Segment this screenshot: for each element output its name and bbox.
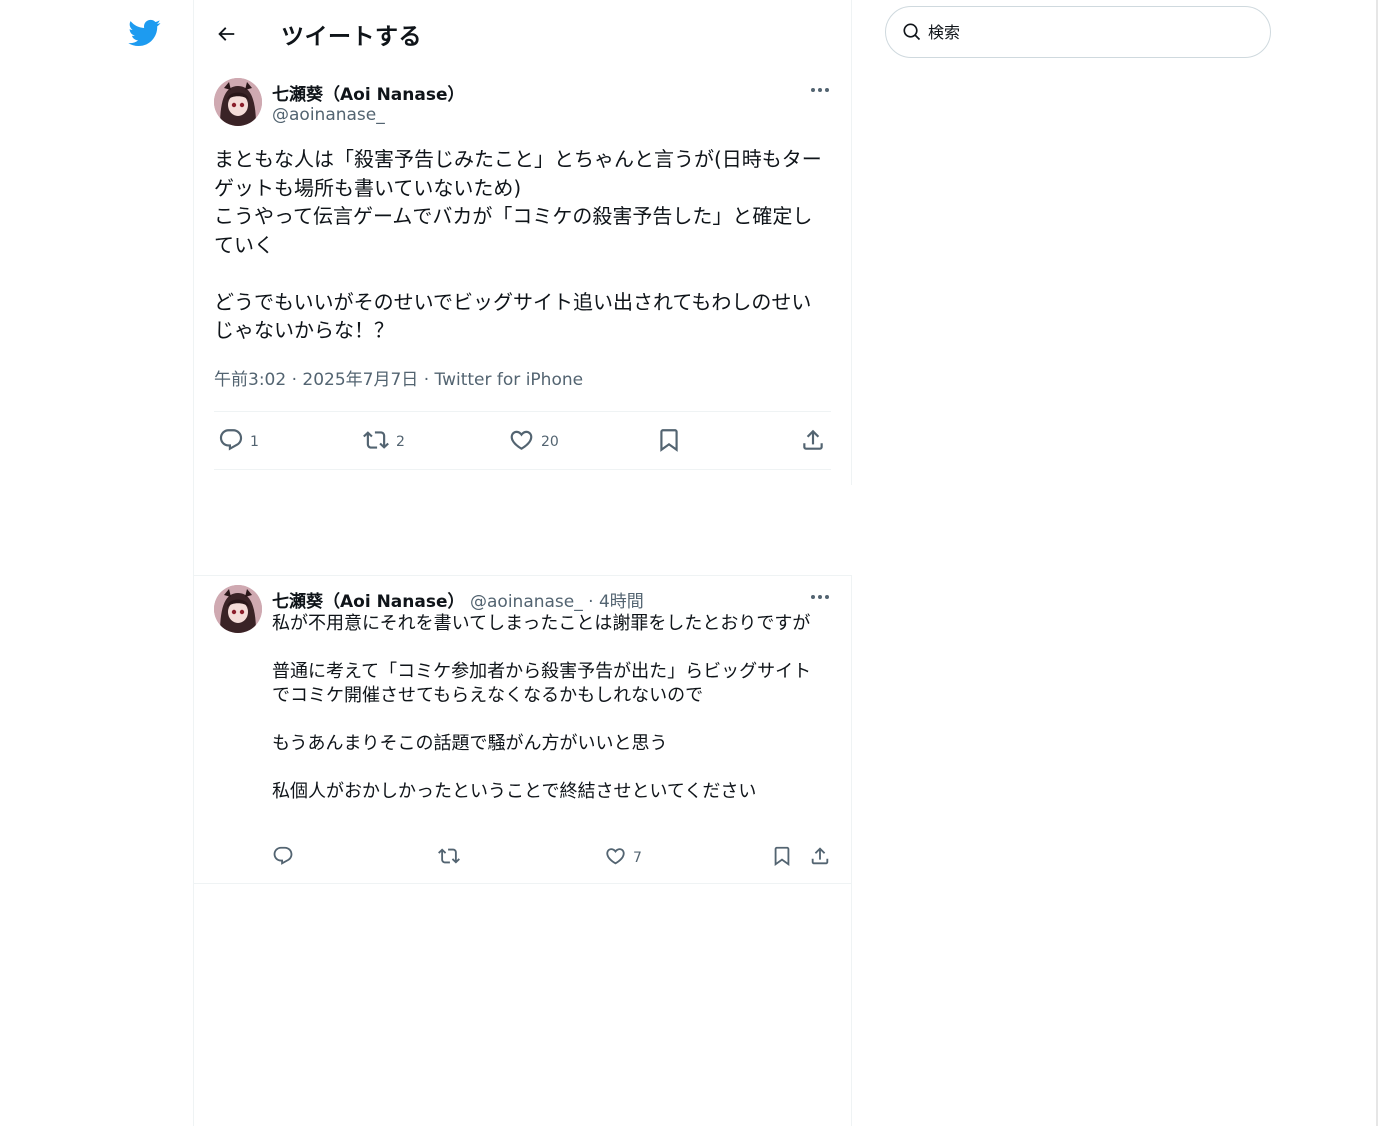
reply-icon [273, 846, 293, 865]
like-icon [510, 430, 533, 450]
search-box[interactable] [885, 6, 1271, 58]
more-button[interactable] [809, 79, 831, 101]
reply-text: 私が不用意にそれを書いてしまったことは謝罪をしたとおりですが 普通に考えて「コミ… [272, 613, 812, 802]
reply-icon [219, 429, 243, 451]
meta-separator: · [418, 370, 435, 390]
page-header: ツイートする [214, 14, 422, 54]
like-count: 20 [541, 434, 559, 450]
reply-button[interactable]: 1 [218, 427, 259, 453]
tweet-source[interactable]: Twitter for iPhone [435, 370, 584, 390]
tweet-meta: 午前3:02 · 2025年7月7日 · Twitter for iPhone [214, 365, 583, 390]
tweet-time[interactable]: 午前3:02 [214, 370, 286, 390]
retweet-icon [363, 431, 389, 449]
search-input[interactable] [928, 22, 1248, 42]
more-button[interactable] [809, 586, 831, 608]
like-button[interactable]: 20 [508, 427, 559, 453]
column-border-left [193, 0, 194, 1126]
bookmark-icon [774, 846, 790, 867]
column-border-right [851, 0, 852, 485]
author-handle[interactable]: @aoinanase_ [272, 105, 385, 125]
like-icon [606, 848, 625, 865]
share-button[interactable] [800, 427, 826, 453]
share-button[interactable] [809, 845, 831, 867]
share-icon [811, 847, 829, 865]
reply-button[interactable] [272, 845, 294, 867]
reply-handle[interactable]: @aoinanase_ [470, 592, 583, 612]
page-title: ツイートする [281, 24, 422, 50]
bookmark-icon [660, 429, 678, 452]
divider [193, 575, 852, 576]
twitter-logo-icon[interactable] [126, 16, 162, 50]
bookmark-button[interactable] [771, 845, 793, 867]
tweet-text: まともな人は「殺害予告じみたこと」とちゃんと言うが(日時もターゲットも場所も書い… [214, 147, 822, 342]
reply-author-name[interactable]: 七瀬葵（Aoi Nanase） [272, 587, 465, 612]
reply-count: 1 [250, 434, 259, 450]
meta-separator: · [286, 370, 303, 390]
back-arrow-icon [218, 27, 235, 41]
back-button[interactable] [214, 22, 238, 46]
more-icon [811, 595, 829, 599]
retweet-icon [438, 848, 460, 864]
divider [214, 411, 831, 412]
avatar[interactable] [214, 585, 262, 633]
divider [214, 469, 831, 470]
avatar[interactable] [214, 78, 262, 126]
more-icon [811, 88, 829, 92]
reply-author-handle: @aoinanase_ · 4時間 [470, 587, 644, 612]
search-icon [903, 23, 921, 41]
like-button[interactable]: 7 [604, 845, 642, 867]
bookmark-button[interactable] [656, 427, 682, 453]
divider [193, 883, 852, 884]
retweet-count: 2 [396, 434, 405, 450]
like-count: 7 [633, 850, 642, 866]
author-name[interactable]: 七瀬葵（Aoi Nanase） [272, 80, 465, 105]
reply-time[interactable]: · 4時間 [588, 592, 644, 612]
share-icon [803, 429, 823, 450]
column-border-right [851, 575, 852, 1126]
retweet-button[interactable] [437, 845, 461, 867]
retweet-button[interactable]: 2 [362, 427, 405, 453]
tweet-date[interactable]: 2025年7月7日 [302, 370, 418, 390]
